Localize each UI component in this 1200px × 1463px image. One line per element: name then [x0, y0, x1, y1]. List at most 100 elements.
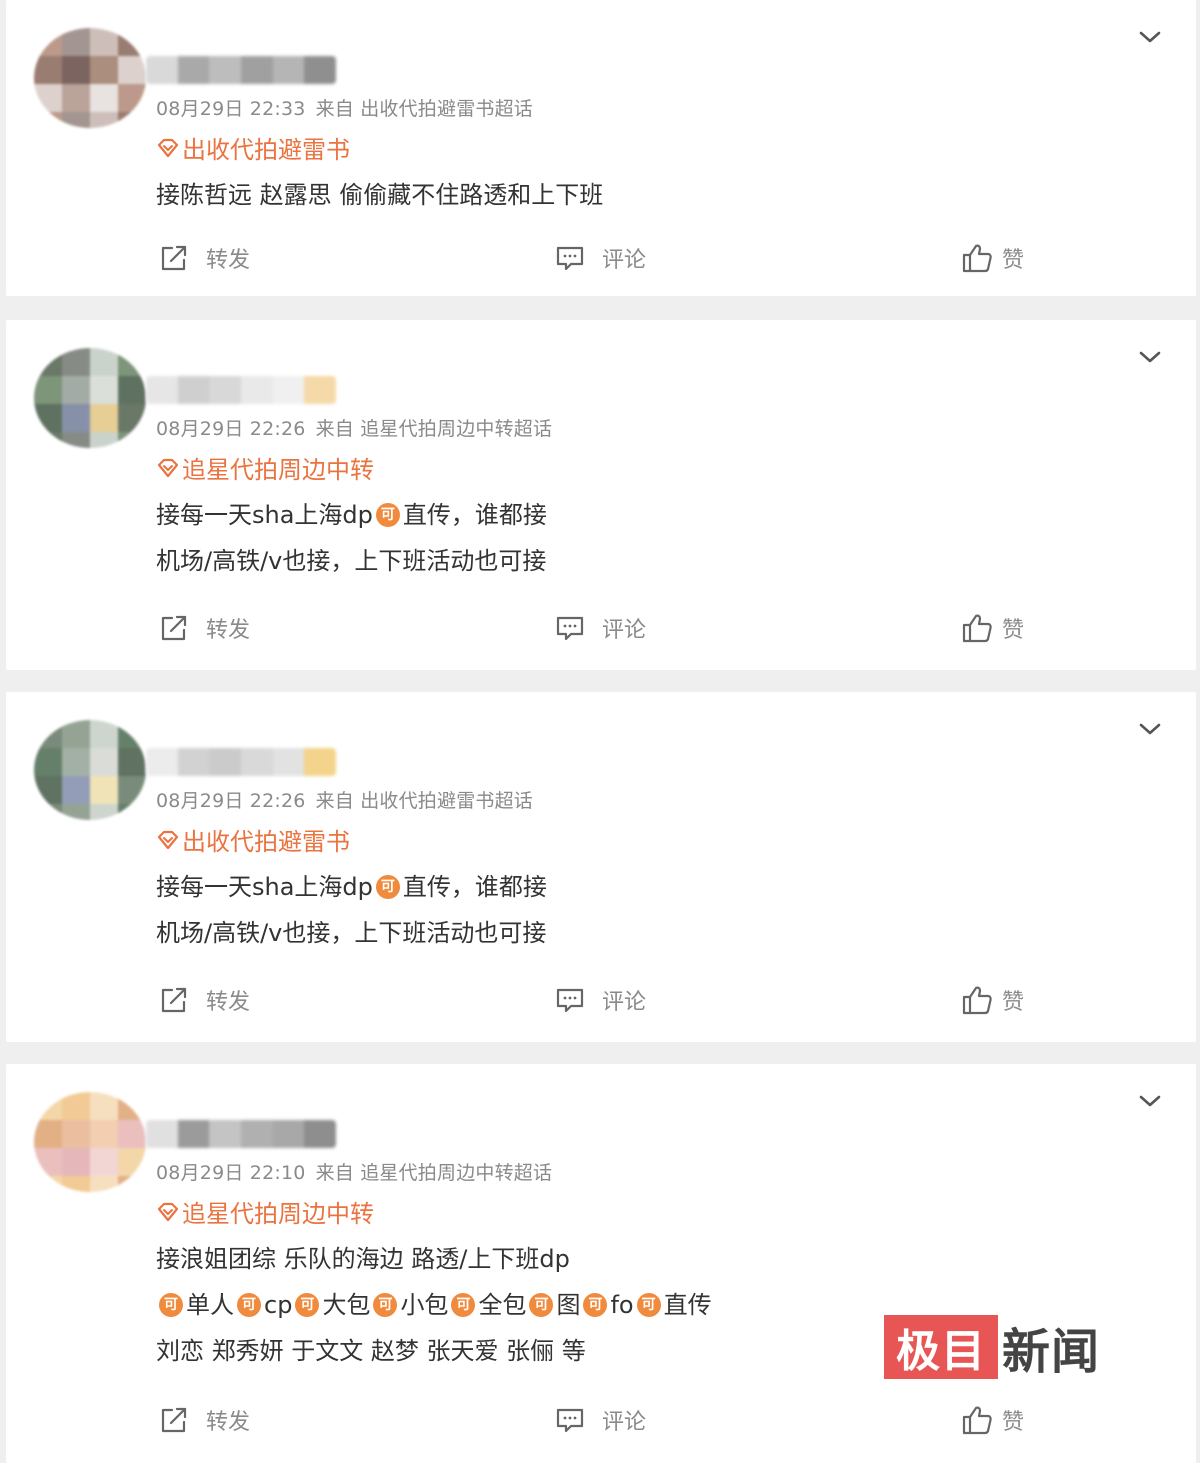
- like-button[interactable]: 赞: [960, 1404, 1024, 1436]
- post-text: 图: [556, 1291, 581, 1319]
- post-meta: 08月29日 22:10 来自 追星代拍周边中转超话: [156, 1158, 552, 1185]
- username-blurred[interactable]: [146, 1120, 336, 1148]
- like-button[interactable]: 赞: [960, 242, 1024, 274]
- repost-label: 转发: [206, 1410, 251, 1435]
- comment-icon: [554, 985, 602, 1015]
- like-label: 赞: [1002, 618, 1025, 643]
- comment-icon: [554, 1405, 602, 1435]
- post-source[interactable]: 来自 出收代拍避雷书超话: [316, 98, 533, 120]
- post-actions: 转发 评论 赞: [6, 1404, 1196, 1444]
- post-text: cp: [264, 1291, 293, 1319]
- post-meta: 08月29日 22:26 来自 出收代拍避雷书超话: [156, 786, 533, 813]
- post-text: 大包: [322, 1291, 371, 1319]
- post-text: 直传: [663, 1291, 712, 1319]
- comment-label: 评论: [602, 618, 647, 643]
- ke-badge-icon: 可: [375, 503, 400, 527]
- comment-button[interactable]: 评论: [554, 984, 646, 1016]
- post-text: 机场/高铁/v也接，上下班活动也可接: [156, 547, 547, 575]
- chevron-down-icon[interactable]: [1138, 720, 1162, 738]
- chevron-down-icon[interactable]: [1138, 1092, 1162, 1110]
- repost-button[interactable]: 转发: [158, 1404, 250, 1436]
- ke-badge-icon: 可: [636, 1293, 661, 1317]
- avatar[interactable]: [34, 1092, 146, 1192]
- post-text-line: 刘恋 郑秀妍 于文文 赵梦 张天爱 张俪 等: [156, 1328, 712, 1374]
- repost-button[interactable]: 转发: [158, 242, 250, 274]
- topic-label: 追星代拍周边中转: [182, 456, 374, 484]
- thumbs-up-icon: [960, 242, 1002, 274]
- post-text-line: 接陈哲远 赵露思 偷偷藏不住路透和上下班: [156, 172, 603, 218]
- post-text-line: 接浪姐团综 乐队的海边 路透/上下班dp: [156, 1236, 712, 1282]
- comment-label: 评论: [602, 1410, 647, 1435]
- post-time: 08月29日 22:10: [156, 1162, 306, 1184]
- comment-button[interactable]: 评论: [554, 1404, 646, 1436]
- diamond-topic-icon: [156, 829, 182, 851]
- repost-label: 转发: [206, 248, 251, 273]
- post-text-line: 接每一天sha上海dp 可直传，谁都接: [156, 492, 547, 538]
- post-text: 单人: [186, 1291, 234, 1319]
- diamond-topic-icon: [156, 1201, 182, 1223]
- username-blurred[interactable]: [146, 748, 336, 776]
- ke-badge-icon: 可: [295, 1293, 320, 1317]
- post-meta: 08月29日 22:26 来自 追星代拍周边中转超话: [156, 414, 552, 441]
- ke-badge-icon: 可: [529, 1293, 554, 1317]
- post-text: 小包: [400, 1291, 449, 1319]
- post-card: 08月29日 22:10 来自 追星代拍周边中转超话 追星代拍周边中转 接浪姐团综…: [6, 1064, 1196, 1463]
- ke-badge-icon: 可: [237, 1293, 261, 1317]
- diamond-topic-icon: [156, 457, 182, 479]
- watermark-logo: 极目 新闻: [884, 1315, 1101, 1380]
- comment-icon: [554, 613, 602, 643]
- post-source[interactable]: 来自 追星代拍周边中转超话: [316, 418, 553, 440]
- post-text: 接浪姐团综 乐队的海边 路透/上下班dp: [156, 1245, 570, 1273]
- avatar[interactable]: [34, 28, 146, 128]
- repost-button[interactable]: 转发: [158, 984, 250, 1016]
- repost-label: 转发: [206, 618, 251, 643]
- chevron-down-icon[interactable]: [1138, 348, 1162, 366]
- like-button[interactable]: 赞: [960, 984, 1024, 1016]
- avatar[interactable]: [34, 720, 146, 820]
- post-meta: 08月29日 22:33 来自 出收代拍避雷书超话: [156, 94, 533, 121]
- post-text-line: 机场/高铁/v也接，上下班活动也可接: [156, 538, 547, 584]
- username-blurred[interactable]: [146, 56, 336, 84]
- topic-link[interactable]: 追星代拍周边中转: [156, 1194, 374, 1229]
- comment-button[interactable]: 评论: [554, 612, 646, 644]
- topic-link[interactable]: 出收代拍避雷书: [156, 130, 350, 165]
- like-button[interactable]: 赞: [960, 612, 1024, 644]
- ke-badge-icon: 可: [373, 1293, 398, 1317]
- post-time: 08月29日 22:33: [156, 98, 306, 120]
- post-actions: 转发 评论 赞: [6, 612, 1196, 652]
- comment-label: 评论: [602, 990, 647, 1015]
- topic-label: 出收代拍避雷书: [182, 828, 350, 856]
- post-body: 接每一天sha上海dp 可直传，谁都接机场/高铁/v也接，上下班活动也可接: [156, 864, 547, 956]
- post-card: 08月29日 22:26 来自 出收代拍避雷书超话 出收代拍避雷书 接每一天sha…: [6, 692, 1196, 1042]
- share-icon: [158, 243, 206, 273]
- username-blurred[interactable]: [146, 376, 336, 404]
- watermark-brand-text: 新闻: [1002, 1324, 1101, 1380]
- post-card: 08月29日 22:33 来自 出收代拍避雷书超话 出收代拍避雷书 接陈哲远 赵露…: [6, 0, 1196, 296]
- comment-button[interactable]: 评论: [554, 242, 646, 274]
- ke-badge-icon: 可: [583, 1293, 608, 1317]
- share-icon: [158, 613, 206, 643]
- post-source[interactable]: 来自 追星代拍周边中转超话: [316, 1162, 553, 1184]
- comment-label: 评论: [602, 248, 647, 273]
- ke-badge-icon: 可: [375, 875, 400, 899]
- topic-link[interactable]: 出收代拍避雷书: [156, 822, 350, 857]
- ke-badge-icon: 可: [159, 1293, 183, 1317]
- post-text: 接每一天sha上海dp: [156, 501, 373, 529]
- topic-link[interactable]: 追星代拍周边中转: [156, 450, 374, 485]
- post-text: 全包: [478, 1291, 527, 1319]
- post-body: 接陈哲远 赵露思 偷偷藏不住路透和上下班: [156, 172, 603, 218]
- comment-icon: [554, 243, 602, 273]
- topic-label: 追星代拍周边中转: [182, 1200, 374, 1228]
- post-text: 接陈哲远 赵露思 偷偷藏不住路透和上下班: [156, 181, 604, 209]
- chevron-down-icon[interactable]: [1138, 28, 1162, 46]
- post-text: 直传，谁都接: [402, 873, 547, 901]
- avatar[interactable]: [34, 348, 146, 448]
- post-text: 直传，谁都接: [402, 501, 547, 529]
- post-text-line: 机场/高铁/v也接，上下班活动也可接: [156, 910, 547, 956]
- post-source[interactable]: 来自 出收代拍避雷书超话: [316, 790, 533, 812]
- post-text-line: 可单人可 cp 可大包可小包可全包可图可 fo 可直传: [156, 1282, 712, 1328]
- like-label: 赞: [1002, 248, 1025, 273]
- post-actions: 转发 评论 赞: [6, 984, 1196, 1024]
- repost-button[interactable]: 转发: [158, 612, 250, 644]
- post-text: 接每一天sha上海dp: [156, 873, 373, 901]
